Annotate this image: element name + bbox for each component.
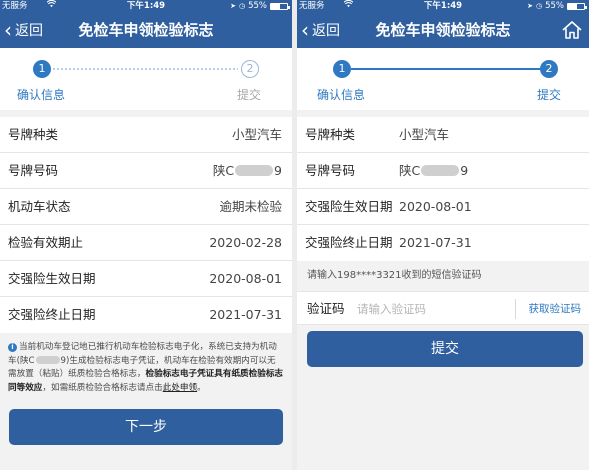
- step-2-label: 提交: [237, 88, 262, 102]
- row-value: 2020-08-01: [399, 199, 472, 214]
- page-title: 免检车申领检验标志: [375, 21, 511, 39]
- redacted-blur: [421, 165, 460, 176]
- row-value: 2021-07-31: [209, 307, 282, 322]
- notice-text-3: ，如需纸质检验合格标志请点击: [42, 382, 163, 393]
- info-row-plate-number: 号牌号码 陕C 9: [297, 153, 589, 189]
- row-value: 小型汽车: [231, 127, 282, 142]
- row-label: 交强险终止日期: [305, 235, 393, 250]
- e-certificate-notice: i 当前机动车登记地已推行机动车检验标志电子化，系统已支持为机动车(陕C 9)生成检…: [0, 333, 292, 395]
- status-bar: 无服务 下午1:49 ➤ ◷ 55%: [297, 0, 589, 12]
- page-title: 免检车申领检验标志: [78, 21, 214, 39]
- step-progress: 1 2 确认信息 提交: [0, 48, 292, 110]
- step-progress: 1 2 确认信息 提交: [297, 48, 589, 110]
- step-2-circle: 2: [241, 60, 259, 78]
- row-label: 检验有效期止: [8, 235, 84, 250]
- sms-hint-text: 请输入198****3321收到的短信验证码: [307, 270, 482, 281]
- plate-prefix: 陕C: [212, 163, 235, 178]
- battery-indicator: ➤ ◷ 55%: [230, 0, 290, 12]
- nav-bar: ‹ 返回 免检车申领检验标志: [0, 12, 292, 48]
- row-label: 交强险生效日期: [305, 199, 393, 214]
- row-label: 号牌种类: [8, 127, 59, 142]
- row-label: 交强险生效日期: [8, 271, 96, 286]
- notice-end: 。: [197, 382, 206, 393]
- row-value: 2020-08-01: [209, 271, 282, 286]
- step-1-label: 确认信息: [317, 88, 366, 102]
- phone-screen-submit: 无服务 下午1:49 ➤ ◷ 55% ‹ 返回 免检车申领检验标志 1 2 确认…: [297, 0, 589, 470]
- verification-code-row: 验证码 获取验证码: [297, 291, 589, 326]
- vehicle-info-list: 号牌种类 小型汽车 号牌号码 陕C 9 机动车状态 逾期未检验 检验有效期止 20…: [0, 117, 292, 333]
- verification-code-input[interactable]: [357, 292, 497, 326]
- clock-icon: ◷: [238, 2, 246, 10]
- battery-percent: 55%: [545, 1, 564, 11]
- row-label: 号牌号码: [305, 163, 356, 178]
- info-row-vehicle-status: 机动车状态 逾期未检验: [0, 189, 292, 225]
- step-connector: [53, 68, 238, 70]
- step-2-label: 提交: [537, 88, 562, 102]
- clock-icon: ◷: [535, 2, 543, 10]
- row-label: 交强险终止日期: [8, 307, 96, 322]
- step-connector: [351, 68, 541, 70]
- screenshot-root: 无服务 下午1:49 ➤ ◷ 55% ‹ 返回 免检车申领检验标志 1 2 确认…: [0, 0, 589, 470]
- plate-number-value: 陕C 9: [399, 153, 468, 189]
- step-1-label: 确认信息: [17, 88, 66, 102]
- row-value: 2021-07-31: [399, 235, 472, 250]
- code-label: 验证码: [307, 301, 345, 316]
- nav-bar: ‹ 返回 免检车申领检验标志: [297, 12, 589, 48]
- home-icon[interactable]: [561, 19, 583, 41]
- step-1-circle: 1: [33, 60, 51, 78]
- battery-icon: [270, 2, 290, 10]
- battery-percent: 55%: [248, 1, 267, 11]
- info-row-inspection-expiry: 检验有效期止 2020-02-28: [0, 225, 292, 261]
- status-bar: 无服务 下午1:49 ➤ ◷ 55%: [0, 0, 292, 12]
- location-icon: ➤: [230, 2, 236, 10]
- redacted-blur: [235, 165, 274, 176]
- info-row-plate-number: 号牌号码 陕C 9: [0, 153, 292, 189]
- row-label: 号牌种类: [305, 127, 356, 142]
- info-row-plate-type: 号牌种类 小型汽车: [0, 117, 292, 153]
- phone-screen-confirm: 无服务 下午1:49 ➤ ◷ 55% ‹ 返回 免检车申领检验标志 1 2 确认…: [0, 0, 292, 470]
- info-row-insurance-start: 交强险生效日期 2020-08-01: [0, 261, 292, 297]
- info-row-insurance-end: 交强险终止日期 2021-07-31: [0, 297, 292, 333]
- redacted-blur: [35, 355, 60, 364]
- battery-icon: [567, 2, 587, 10]
- location-icon: ➤: [527, 2, 533, 10]
- vehicle-info-list: 号牌种类 小型汽车 号牌号码 陕C 9 交强险生效日期 2020-08-01 交强…: [297, 117, 589, 261]
- info-row-insurance-start: 交强险生效日期 2020-08-01: [297, 189, 589, 225]
- apply-here-link[interactable]: 此处申领: [163, 383, 197, 393]
- row-label: 机动车状态: [8, 199, 71, 214]
- plate-suffix: 9: [274, 163, 282, 178]
- row-label: 号牌号码: [8, 163, 59, 178]
- get-code-button[interactable]: 获取验证码: [529, 292, 582, 326]
- info-row-insurance-end: 交强险终止日期 2021-07-31: [297, 225, 589, 261]
- plate-number-value: 陕C 9: [213, 153, 282, 189]
- next-step-button[interactable]: 下一步: [9, 409, 283, 445]
- plate-prefix: 陕C: [399, 163, 421, 178]
- info-row-plate-type: 号牌种类 小型汽车: [297, 117, 589, 153]
- row-value: 2020-02-28: [209, 235, 282, 250]
- step-1-circle: 1: [333, 60, 351, 78]
- submit-button[interactable]: 提交: [307, 331, 583, 367]
- battery-indicator: ➤ ◷ 55%: [527, 0, 587, 12]
- info-icon: i: [8, 343, 17, 352]
- step-2-circle: 2: [540, 60, 558, 78]
- row-value: 小型汽车: [399, 127, 450, 142]
- plate-suffix: 9: [460, 163, 469, 178]
- row-value: 逾期未检验: [219, 199, 282, 214]
- divider: [515, 299, 516, 319]
